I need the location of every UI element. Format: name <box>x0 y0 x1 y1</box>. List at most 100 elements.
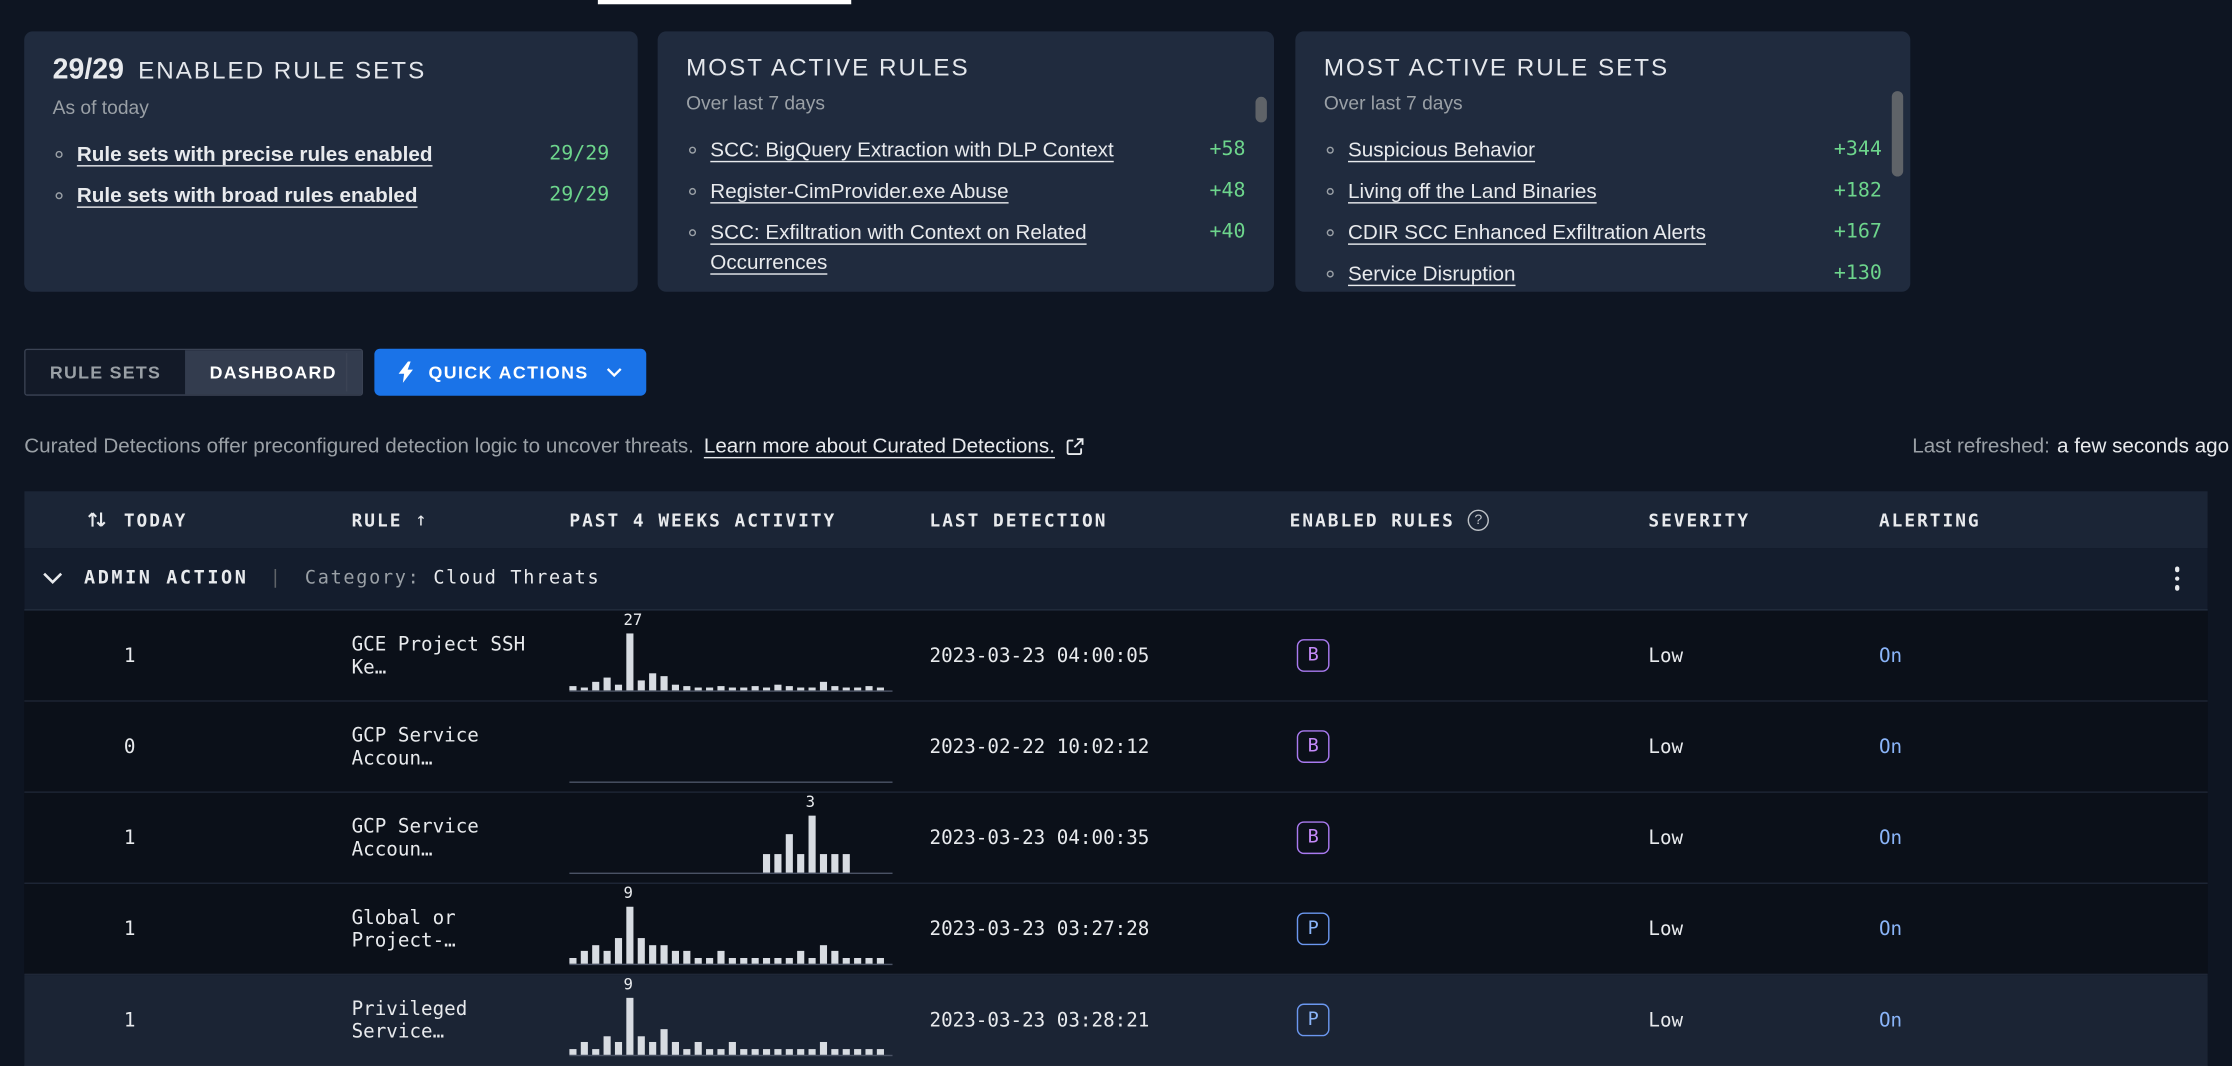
severity-header[interactable]: SEVERITY <box>1648 509 1879 530</box>
item-value: +167 <box>1834 219 1882 243</box>
today-count: 1 <box>24 1009 351 1032</box>
severity: Low <box>1648 1009 1879 1032</box>
severity-header-label: SEVERITY <box>1648 509 1750 530</box>
sort-rows-icon[interactable] <box>85 508 108 531</box>
scrollbar-thumb[interactable] <box>1256 97 1267 123</box>
rule-name[interactable]: GCE Project SSH Ke… <box>352 633 570 679</box>
table-row[interactable]: 1 GCP Service Accoun… 3 2023-03-23 04:00… <box>24 793 2208 884</box>
list-item: SCC: BigQuery Extraction with DLP Contex… <box>686 131 1245 172</box>
precise-rule-badge[interactable]: P <box>1297 912 1330 945</box>
alerting-toggle[interactable]: On <box>1879 644 2208 667</box>
quick-actions-button[interactable]: QUICK ACTIONS <box>374 349 645 396</box>
rule-name[interactable]: Privileged Service… <box>352 997 570 1043</box>
last-detection: 2023-03-23 03:28:21 <box>930 1009 1290 1032</box>
bolt-icon <box>399 362 415 383</box>
rule-link[interactable]: SCC: BigQuery Extraction with DLP Contex… <box>710 137 1209 167</box>
last-detection: 2023-03-23 03:27:28 <box>930 917 1290 940</box>
view-toggle: RULE SETS DASHBOARD <box>24 349 362 396</box>
activity-cell: 27 <box>569 611 929 701</box>
last-detection: 2023-02-22 10:02:12 <box>930 735 1290 758</box>
alerting-toggle[interactable]: On <box>1879 735 2208 758</box>
bullet-icon <box>1327 229 1334 236</box>
item-value: +58 <box>1210 137 1246 161</box>
severity: Low <box>1648 917 1879 940</box>
rule-name[interactable]: GCP Service Accoun… <box>352 724 570 770</box>
table-header-row: TODAY RULE ↑ PAST 4 WEEKS ACTIVITY LAST … <box>24 491 2208 548</box>
rule-link[interactable]: GCP Billing Disabled <box>710 290 1209 291</box>
alerting-header[interactable]: ALERTING <box>1879 509 2208 530</box>
list-item: Living off the Land Binaries +182 <box>1324 172 1882 213</box>
bullet-icon <box>1327 271 1334 278</box>
list-item: SCC: Exfiltration with Context on Relate… <box>686 214 1245 285</box>
item-value: +40 <box>1210 290 1246 291</box>
rule-set-link[interactable]: Rule sets with precise rules enabled <box>77 141 549 171</box>
sort-ascending-icon: ↑ <box>415 509 428 530</box>
table-row[interactable]: 0 GCP Service Accoun… 2023-02-22 10:02:1… <box>24 702 2208 793</box>
rule-name[interactable]: GCP Service Accoun… <box>352 815 570 861</box>
toolbar-divider <box>346 353 347 391</box>
item-value: 29/29 <box>549 182 609 206</box>
table-row[interactable]: 1 GCE Project SSH Ke… 27 2023-03-23 04:0… <box>24 611 2208 702</box>
activity-cell: 3 <box>569 793 929 883</box>
card-title: ENABLED RULE SETS <box>138 57 426 85</box>
bullet-icon <box>1327 188 1334 195</box>
bullet-icon <box>56 192 63 199</box>
rule-link[interactable]: Register-CimProvider.exe Abuse <box>710 178 1209 208</box>
rule-sets-tab[interactable]: RULE SETS <box>26 350 186 394</box>
collapse-group-icon[interactable] <box>43 572 63 585</box>
bullet-icon <box>689 147 696 154</box>
today-header-label: TODAY <box>124 509 188 530</box>
activity-cell <box>569 702 929 792</box>
precise-rule-badge[interactable]: P <box>1297 1004 1330 1037</box>
bullet-icon <box>56 151 63 158</box>
list-item: Suspicious Behavior +344 <box>1324 131 1882 172</box>
today-count: 1 <box>24 917 351 940</box>
enabled-rule-sets-card: 29/29 ENABLED RULE SETS As of today Rule… <box>24 31 638 291</box>
item-value: 29/29 <box>549 141 609 165</box>
chevron-down-icon <box>606 367 622 377</box>
most-active-rules-card: MOST ACTIVE RULES Over last 7 days SCC: … <box>658 31 1274 291</box>
enabled-rules-cell: P <box>1290 1004 1649 1037</box>
today-header[interactable]: TODAY <box>24 508 351 531</box>
table-row[interactable]: 1 Global or Project-… 9 2023-03-23 03:27… <box>24 884 2208 975</box>
group-divider: | <box>270 568 284 589</box>
category-label: Category: <box>305 568 421 589</box>
activity-header-label: PAST 4 WEEKS ACTIVITY <box>569 509 836 530</box>
alerting-toggle[interactable]: On <box>1879 917 2208 940</box>
alerting-toggle[interactable]: On <box>1879 826 2208 849</box>
card-subtitle: As of today <box>53 97 610 118</box>
rule-link[interactable]: SCC: Exfiltration with Context on Relate… <box>710 219 1209 279</box>
item-value: +130 <box>1834 261 1882 285</box>
activity-header: PAST 4 WEEKS ACTIVITY <box>569 509 929 530</box>
learn-more-link[interactable]: Learn more about Curated Detections. <box>704 436 1055 459</box>
dashboard-tab[interactable]: DASHBOARD <box>185 350 361 394</box>
scrollbar-thumb[interactable] <box>1892 91 1903 176</box>
enabled-rules-cell: B <box>1290 821 1649 854</box>
rule-header[interactable]: RULE ↑ <box>352 509 570 530</box>
rule-name[interactable]: Global or Project-… <box>352 906 570 952</box>
active-tab-underline <box>598 0 851 4</box>
last-refreshed: Last refreshed:a few seconds ago <box>1912 436 2229 459</box>
rule-set-link[interactable]: Living off the Land Binaries <box>1348 178 1834 208</box>
enabled-rules-cell: P <box>1290 912 1649 945</box>
list-item: GCP Billing Disabled +40 <box>686 285 1245 292</box>
external-link-icon[interactable] <box>1065 437 1085 457</box>
last-detection: 2023-03-23 04:00:05 <box>930 644 1290 667</box>
more-options-icon[interactable] <box>2169 561 2185 596</box>
broad-rule-badge[interactable]: B <box>1297 730 1330 763</box>
item-value: +40 <box>1210 219 1246 243</box>
rule-set-link[interactable]: Suspicious Behavior <box>1348 137 1834 167</box>
rule-set-link[interactable]: Service Disruption <box>1348 261 1834 291</box>
rule-header-label: RULE <box>352 509 403 530</box>
table-row[interactable]: 1 Privileged Service… 9 2023-03-23 03:28… <box>24 975 2208 1066</box>
last-detection-header[interactable]: LAST DETECTION <box>930 509 1290 530</box>
alerting-toggle[interactable]: On <box>1879 1009 2208 1032</box>
enabled-rules-cell: B <box>1290 730 1649 763</box>
rule-set-link[interactable]: Rule sets with broad rules enabled <box>77 182 549 212</box>
broad-rule-badge[interactable]: B <box>1297 821 1330 854</box>
enabled-rules-header-label: ENABLED RULES <box>1290 509 1455 530</box>
rule-set-link[interactable]: CDIR SCC Enhanced Exfiltration Alerts <box>1348 219 1834 249</box>
quick-actions-label: QUICK ACTIONS <box>428 362 588 382</box>
broad-rule-badge[interactable]: B <box>1297 639 1330 672</box>
help-icon[interactable]: ? <box>1468 509 1489 530</box>
